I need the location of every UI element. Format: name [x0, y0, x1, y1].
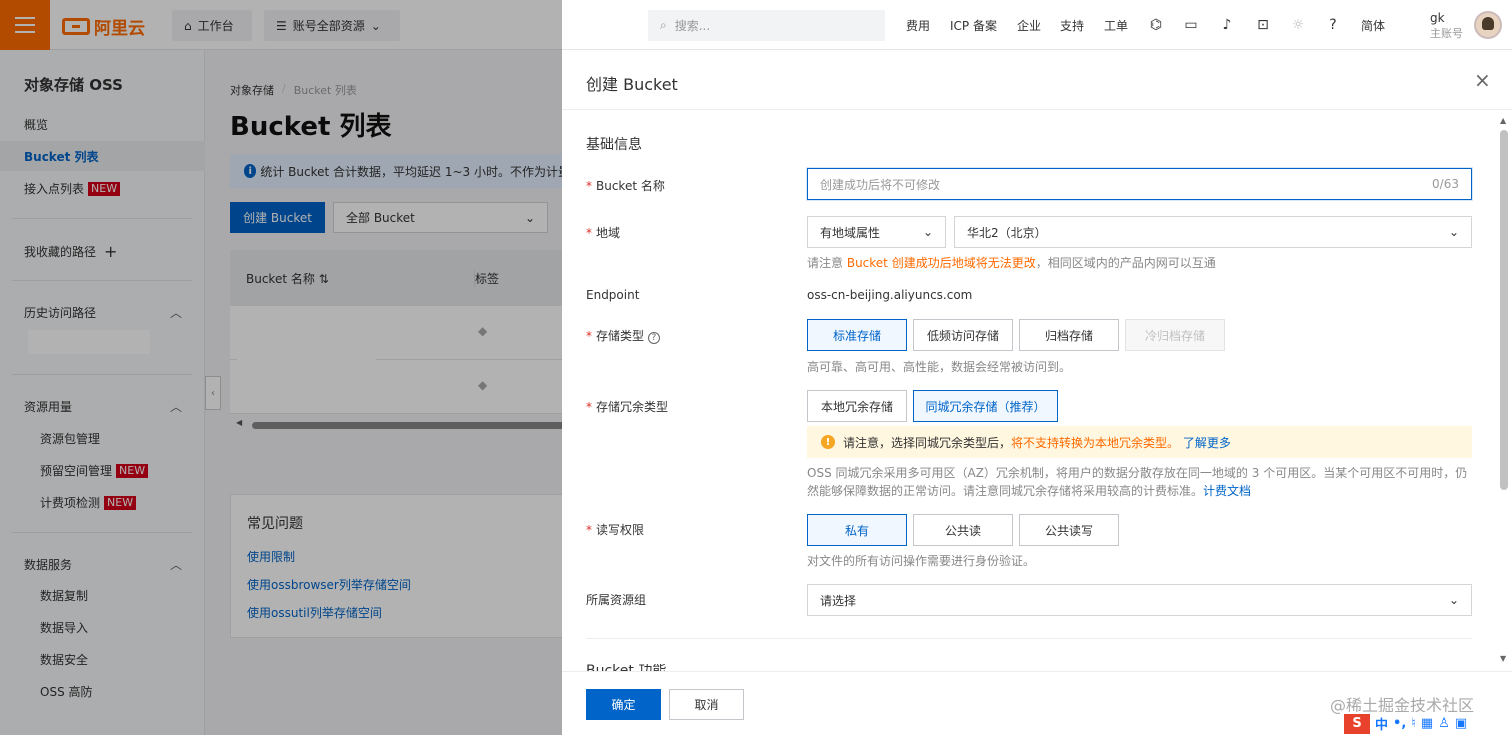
acl-option-public-read-write[interactable]: 公共读写: [1019, 514, 1119, 546]
modal-backdrop[interactable]: [0, 0, 562, 735]
resource-group-select[interactable]: 请选择 ⌄: [807, 584, 1472, 616]
warning-icon: !: [821, 435, 835, 449]
terminal-icon[interactable]: ▭: [1182, 16, 1200, 34]
input-placeholder: 创建成功后将不可修改: [820, 177, 941, 192]
select-value: 华北2（北京）: [967, 225, 1047, 240]
microphone-icon[interactable]: ♮: [1411, 716, 1416, 731]
vertical-scrollbar[interactable]: ▲ ▼: [1498, 110, 1510, 671]
region-type-select[interactable]: 有地域属性 ⌄: [807, 216, 946, 248]
storage-option-archive[interactable]: 归档存储: [1019, 319, 1119, 351]
scrollbar-thumb[interactable]: [1500, 130, 1508, 490]
region-select[interactable]: 华北2（北京） ⌄: [954, 216, 1472, 248]
user-info[interactable]: gk 主账号: [1430, 10, 1463, 42]
alert-text: 请注意，选择同城冗余类型后，: [843, 435, 1012, 450]
link-ticket[interactable]: 工单: [1104, 17, 1128, 34]
chevron-down-icon: ⌄: [1448, 225, 1459, 239]
help-icon[interactable]: ?: [647, 332, 660, 344]
hint-text: ，相同区域内的产品内网可以互通: [1035, 256, 1216, 270]
redundancy-option-lrs[interactable]: 本地冗余存储: [807, 390, 907, 422]
help-icon[interactable]: ?: [1324, 16, 1342, 34]
description-text: OSS 同城冗余采用多可用区（AZ）冗余机制，将用户的数据分散存放在同一地域的 …: [807, 466, 1468, 498]
arrow-down-icon[interactable]: ▼: [1500, 654, 1506, 663]
link-enterprise[interactable]: 企业: [1017, 17, 1041, 34]
resource-group-label: 所属资源组: [586, 593, 647, 607]
link-icp[interactable]: ICP 备案: [950, 17, 997, 34]
select-value: 有地域属性: [820, 225, 881, 240]
bell-icon[interactable]: ♪: [1218, 16, 1236, 34]
bucket-name-label: * Bucket 名称: [586, 179, 665, 193]
ime-toolbar[interactable]: S 中 •, ♮ ▦ ♙ ▣: [1340, 712, 1512, 735]
user-role: 主账号: [1430, 27, 1463, 40]
link-support[interactable]: 支持: [1060, 17, 1084, 34]
drawer-title: 创建 Bucket: [586, 75, 678, 94]
billing-doc-link[interactable]: 计费文档: [1203, 484, 1251, 498]
acl-option-public-read[interactable]: 公共读: [913, 514, 1013, 546]
drawer-header: 创建 Bucket ×: [562, 50, 1512, 110]
label-text: 存储类型: [596, 329, 645, 343]
grid-icon[interactable]: ▣: [1455, 716, 1467, 731]
ime-mode[interactable]: 中: [1375, 714, 1388, 733]
storage-hint: 高可靠、高可用、高性能，数据会经常被访问到。: [807, 360, 1072, 374]
cancel-button[interactable]: 取消: [669, 689, 744, 720]
acl-option-private[interactable]: 私有: [807, 514, 907, 546]
keyboard-icon[interactable]: ▦: [1421, 716, 1433, 731]
redundancy-alert: ! 请注意，选择同城冗余类型后，将不支持转换为本地冗余类型。 了解更多: [807, 426, 1472, 458]
cloud-shell-icon[interactable]: ⌬: [1147, 16, 1165, 34]
search-placeholder: 搜索...: [674, 19, 711, 33]
label-text: Bucket 名称: [596, 179, 665, 193]
arrow-up-icon[interactable]: ▲: [1500, 116, 1506, 125]
bucket-name-input[interactable]: 创建成功后将不可修改 0/63: [807, 168, 1472, 200]
select-placeholder: 请选择: [820, 593, 857, 608]
endpoint-value: oss-cn-beijing.aliyuncs.com: [807, 288, 973, 302]
user-name: gk: [1430, 11, 1445, 25]
search-input[interactable]: ⌕ 搜索...: [648, 10, 885, 41]
redundancy-label: * 存储冗余类型: [586, 400, 669, 414]
alert-warning: 将不支持转换为本地冗余类型。: [1011, 435, 1180, 450]
endpoint-label: Endpoint: [586, 288, 640, 302]
redundancy-option-zrs[interactable]: 同城冗余存储（推荐）: [913, 390, 1058, 422]
shirt-icon[interactable]: ♙: [1438, 716, 1450, 731]
search-icon: ⌕: [660, 18, 667, 32]
hint-text: 请注意: [807, 256, 844, 270]
label-text: 地域: [596, 226, 621, 240]
hint-warning: Bucket 创建成功后地域将无法更改: [846, 256, 1036, 270]
lightbulb-icon[interactable]: ☼: [1289, 16, 1307, 34]
char-counter: 0/63: [1432, 177, 1459, 191]
region-label: * 地域: [586, 226, 621, 240]
learn-more-link[interactable]: 了解更多: [1183, 436, 1231, 450]
sogou-logo: S: [1344, 713, 1370, 734]
language-switch[interactable]: 简体: [1361, 17, 1385, 34]
storage-option-ia[interactable]: 低频访问存储: [913, 319, 1013, 351]
divider: [586, 638, 1472, 639]
storage-option-standard[interactable]: 标准存储: [807, 319, 907, 351]
storage-option-cold-archive: 冷归档存储: [1125, 319, 1225, 351]
close-icon[interactable]: ×: [1474, 68, 1491, 92]
link-fees[interactable]: 费用: [906, 17, 930, 34]
create-bucket-drawer: 创建 Bucket × 基础信息 * Bucket 名称 创建成功后将不可修改 0/…: [562, 50, 1512, 735]
cart-icon[interactable]: ⊡: [1254, 16, 1272, 34]
acl-hint: 对文件的所有访问操作需要进行身份验证。: [807, 554, 1036, 568]
label-text: 读写权限: [596, 523, 645, 537]
acl-label: * 读写权限: [586, 523, 645, 537]
region-hint: 请注意 Bucket 创建成功后地域将无法更改，相同区域内的产品内网可以互通: [807, 254, 1216, 271]
redundancy-description: OSS 同城冗余采用多可用区（AZ）冗余机制，将用户的数据分散存放在同一地域的 …: [807, 464, 1475, 500]
section-basic-info: 基础信息: [586, 137, 642, 153]
storage-class-label: * 存储类型 ?: [586, 327, 660, 344]
chevron-down-icon: ⌄: [922, 225, 933, 239]
chevron-down-icon: ⌄: [1448, 593, 1459, 607]
label-text: 存储冗余类型: [596, 400, 669, 414]
confirm-button[interactable]: 确定: [586, 689, 661, 720]
avatar[interactable]: [1474, 11, 1502, 39]
punctuation-icon[interactable]: •,: [1393, 716, 1406, 731]
